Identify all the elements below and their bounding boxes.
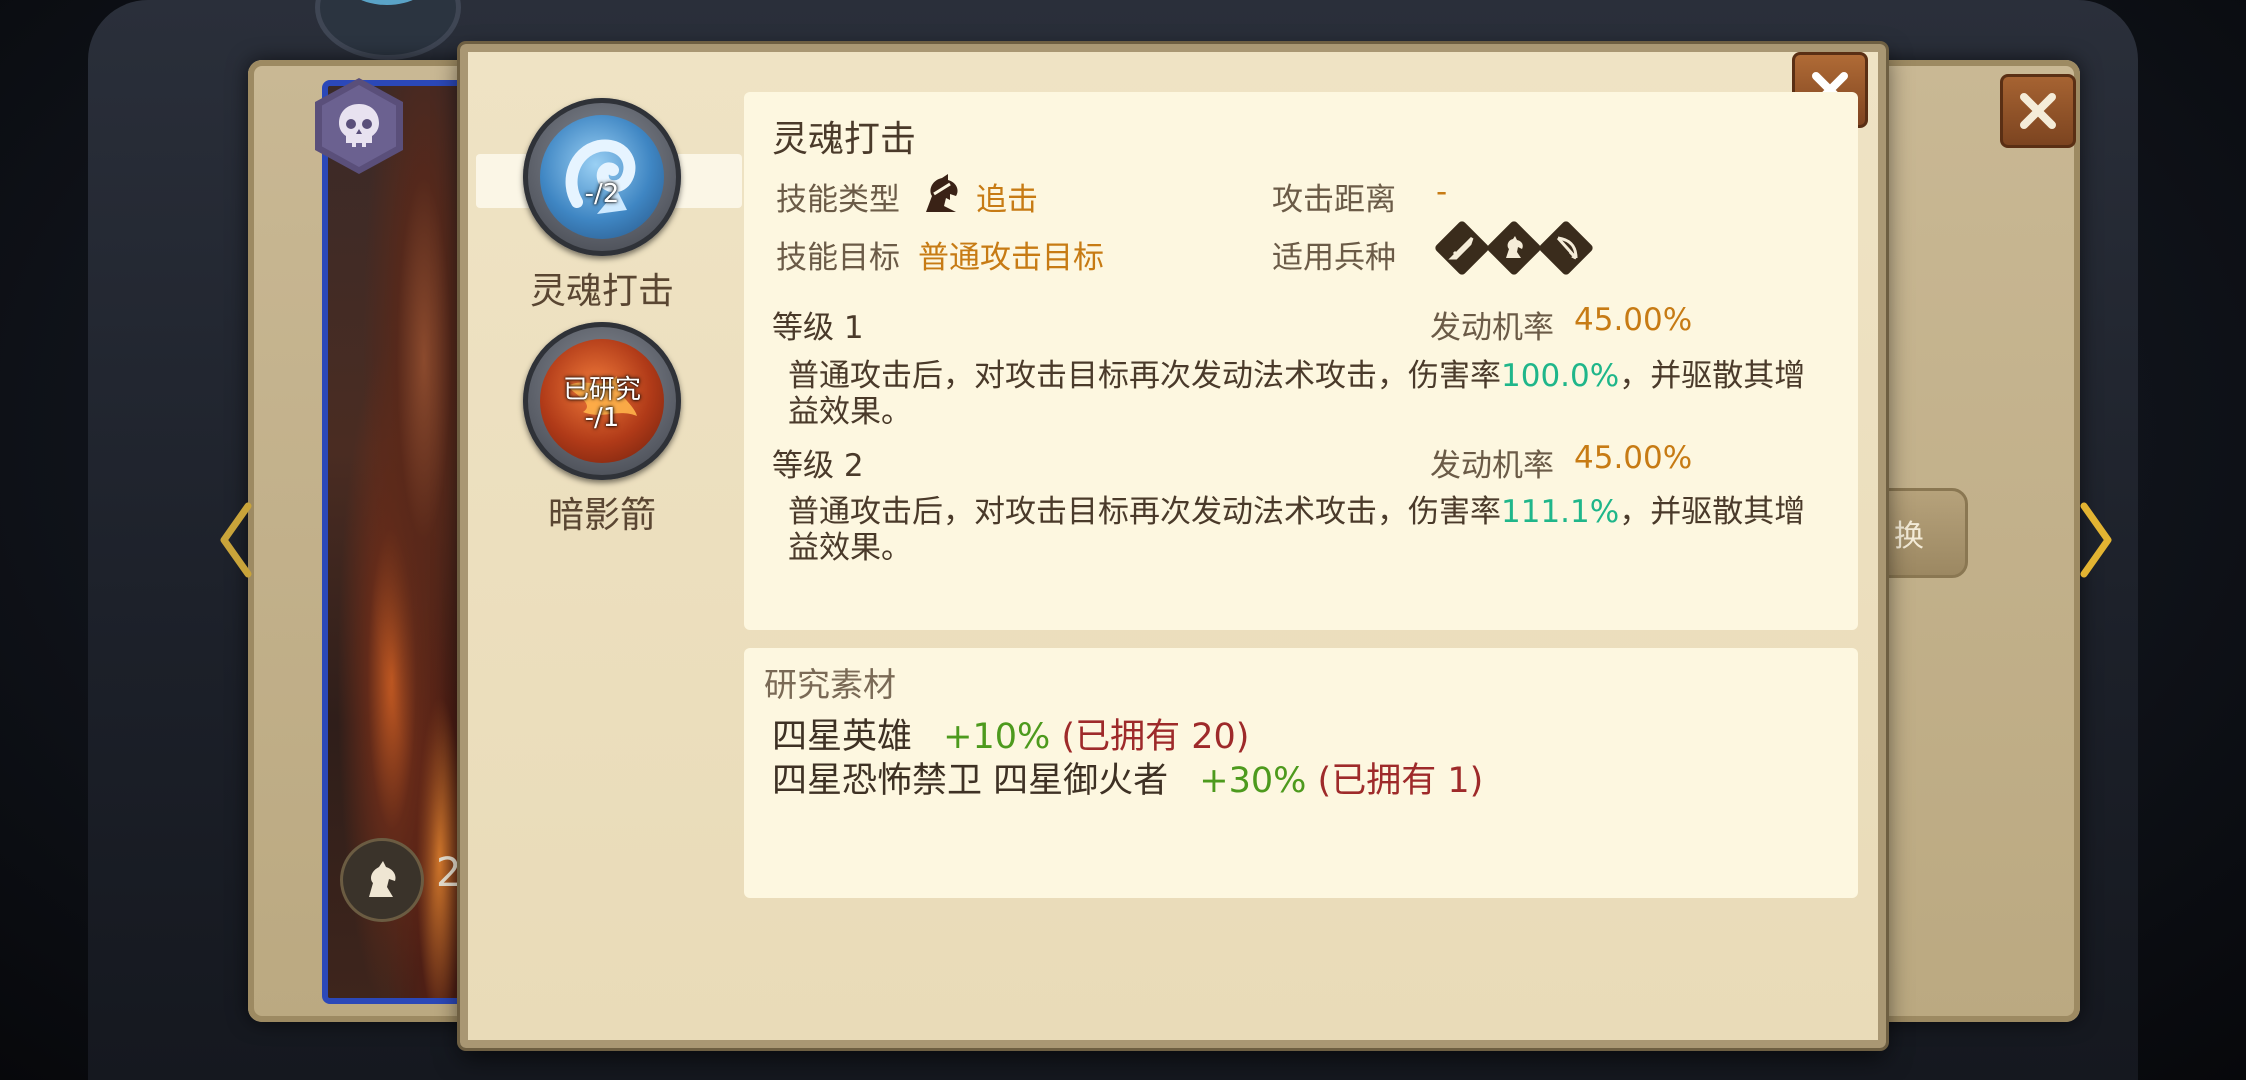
chevron-left-icon[interactable] (216, 500, 256, 580)
horse-icon (1485, 219, 1543, 277)
soul-strike-icon: -/2 (540, 115, 664, 239)
description-text: 普通攻击后，对攻击目标再次发动法术攻击，伤害率 (788, 358, 1501, 394)
level-description: 普通攻击后，对攻击目标再次发动法术攻击，伤害率111.1%，并驱散其增益效果。 (788, 494, 1828, 566)
trigger-chance-value: 45.00% (1574, 302, 1693, 338)
skull-icon (339, 104, 379, 147)
spiral-icon (565, 139, 636, 214)
material-row: 四星恐怖禁卫 四星御火者 +30% (已拥有 1) (772, 752, 1483, 803)
avatar-art (342, 0, 432, 5)
skill-target-value: 普通攻击目标 (918, 240, 1104, 276)
skill-name: 灵魂打击 (529, 271, 674, 312)
attack-range-label: 攻击距离 (1272, 182, 1396, 218)
skill-progress: -/1 (584, 403, 620, 433)
material-owned: (已拥有 1) (1317, 761, 1484, 801)
trigger-chance-value: 45.00% (1574, 440, 1693, 476)
shadow-bolt-icon: 已研究 -/1 (540, 339, 664, 463)
material-title: 研究素材 (764, 665, 896, 704)
swap-button-label: 换 (1894, 519, 1924, 554)
material-name: 四星英雄 (772, 717, 913, 757)
horse-icon (369, 861, 396, 897)
research-material-panel: 研究素材 四星英雄 +10% (已拥有 20) 四星恐怖禁卫 四星御火者 +30… (744, 648, 1858, 898)
material-name: 四星恐怖禁卫 四星御火者 (772, 761, 1169, 801)
hero-level: 2 (436, 850, 462, 896)
damage-rate: 111.1% (1501, 494, 1620, 530)
skill-item-soul-strike[interactable]: -/2 灵魂打击 (520, 98, 684, 314)
bow-icon (1537, 219, 1595, 277)
sword-icon (1433, 219, 1491, 277)
pursuit-icon (926, 174, 958, 212)
material-bonus: +10% (943, 717, 1051, 757)
material-owned: (已拥有 20) (1061, 717, 1250, 757)
skill-item-shadow-bolt[interactable]: 已研究 -/1 暗影箭 (520, 322, 684, 538)
skill-icon-frame: -/2 (523, 98, 681, 256)
trigger-chance-label: 发动机率 (1430, 448, 1554, 484)
skill-icon-frame: 已研究 -/1 (523, 322, 681, 480)
description-text: 普通攻击后，对攻击目标再次发动法术攻击，伤害率 (788, 494, 1501, 530)
chevron-right-icon[interactable] (2076, 500, 2116, 580)
material-bonus: +30% (1199, 761, 1307, 801)
skill-target-label: 技能目标 (776, 240, 900, 276)
skill-status: 已研究 (562, 375, 641, 405)
panel-close-button[interactable] (2000, 74, 2076, 148)
level-label: 等级 1 (772, 310, 864, 346)
skill-title: 灵魂打击 (772, 119, 917, 160)
skill-type-label: 技能类型 (776, 182, 900, 218)
unit-type-label: 适用兵种 (1272, 240, 1396, 276)
close-icon (2020, 93, 2056, 129)
skill-detail-panel: 灵魂打击 技能类型 追击 攻击距离 - 技能目标 普通攻击目标 适用兵种 等级 … (744, 92, 1858, 630)
unit-type-icons (1433, 219, 1595, 277)
attack-range-value: - (1436, 174, 1448, 210)
hero-class-badge (340, 838, 424, 922)
level-description: 普通攻击后，对攻击目标再次发动法术攻击，伤害率100.0%，并驱散其增益效果。 (788, 358, 1828, 430)
skill-type-value: 追击 (976, 182, 1038, 218)
damage-rate: 100.0% (1501, 358, 1620, 394)
trigger-chance-label: 发动机率 (1430, 310, 1554, 346)
level-label: 等级 2 (772, 448, 864, 484)
skill-name: 暗影箭 (547, 495, 656, 536)
skill-progress: -/2 (584, 179, 620, 209)
